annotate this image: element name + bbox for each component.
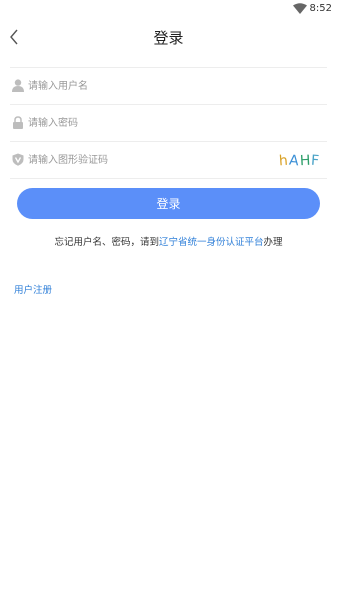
hint-prefix: 忘记用户名、密码，请到: [54, 237, 159, 248]
hint-suffix: 办理: [263, 237, 283, 248]
status-bar: 8:52: [0, 0, 337, 18]
page-title: 登录: [153, 29, 184, 47]
password-row: [10, 105, 327, 142]
username-input[interactable]: [28, 76, 268, 96]
captcha-input[interactable]: [28, 150, 268, 170]
username-row: [10, 67, 327, 105]
identity-platform-link[interactable]: 辽宁省统一身份认证平台: [159, 237, 264, 248]
svg-text:h: h: [279, 153, 288, 170]
wifi-icon: [293, 3, 307, 14]
forgot-hint: 忘记用户名、密码，请到辽宁省统一身份认证平台办理: [0, 234, 337, 248]
shield-v-icon: [12, 153, 24, 166]
password-input[interactable]: [28, 113, 268, 133]
login-button[interactable]: 登录: [17, 188, 320, 219]
captcha-row: h A H F: [10, 142, 327, 179]
register-link[interactable]: 用户注册: [14, 282, 52, 296]
svg-text:H: H: [300, 153, 311, 170]
user-icon: [12, 79, 24, 92]
lock-icon: [13, 116, 23, 129]
title-bar: 登录: [0, 20, 337, 56]
captcha-image[interactable]: h A H F: [279, 150, 323, 170]
status-time: 8:52: [309, 3, 332, 14]
svg-text:F: F: [311, 153, 320, 170]
login-form: h A H F: [10, 67, 327, 179]
svg-text:A: A: [288, 153, 299, 170]
